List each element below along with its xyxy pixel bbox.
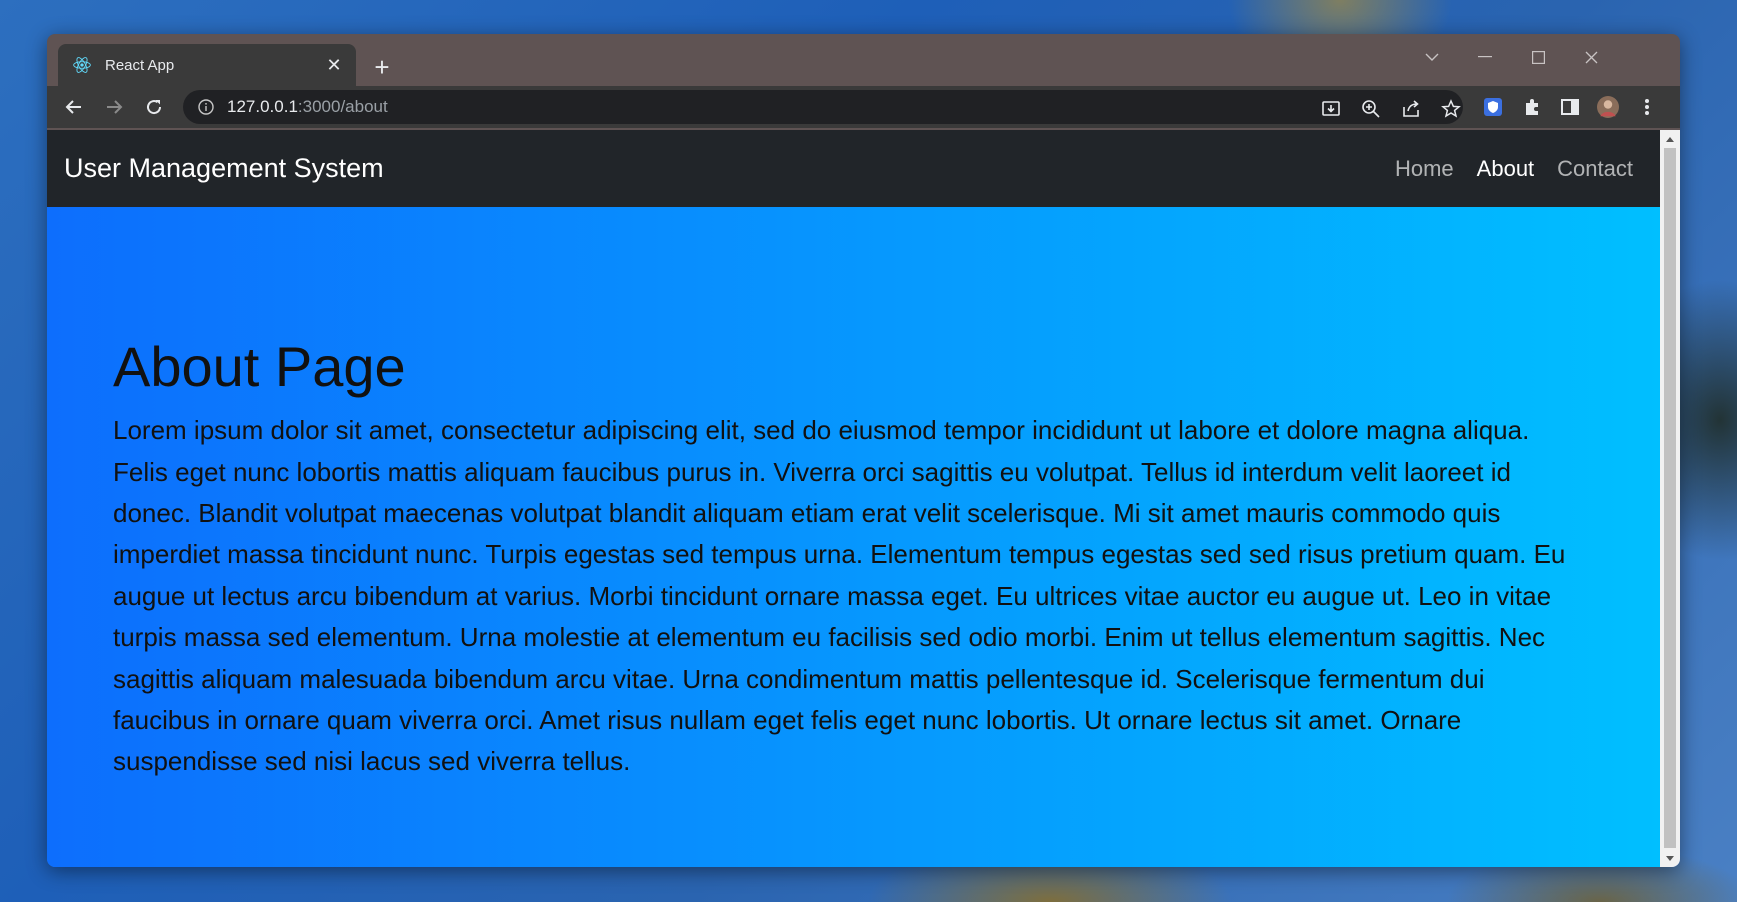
back-button[interactable] (59, 92, 89, 122)
minimize-button[interactable] (1465, 42, 1505, 72)
share-icon[interactable] (1400, 98, 1422, 120)
reload-button[interactable] (139, 92, 169, 122)
scroll-up-arrow-icon[interactable] (1664, 133, 1676, 145)
maximize-button[interactable] (1518, 42, 1558, 72)
browser-window: React App ✕ + 127.0.0.1:3000/about User … (47, 34, 1680, 867)
profile-avatar[interactable] (1597, 96, 1619, 118)
about-section: About Page Lorem ipsum dolor sit amet, c… (47, 207, 1660, 867)
scrollbar-thumb[interactable] (1664, 148, 1676, 848)
scroll-down-arrow-icon[interactable] (1664, 852, 1676, 864)
page-title: About Page (113, 335, 406, 398)
vertical-scrollbar[interactable] (1660, 130, 1680, 867)
url-text: 127.0.0.1:3000/about (227, 97, 388, 116)
zoom-icon[interactable] (1360, 98, 1382, 120)
bookmark-star-icon[interactable] (1440, 98, 1462, 120)
page-viewport: User Management System Home About Contac… (47, 130, 1680, 867)
tab-search-icon[interactable] (1412, 42, 1452, 72)
forward-button[interactable] (99, 92, 129, 122)
shield-extension-icon[interactable] (1482, 96, 1504, 118)
tab-strip: React App ✕ + (47, 34, 1680, 86)
nav-link-contact[interactable]: Contact (1557, 156, 1633, 182)
about-paragraph: Lorem ipsum dolor sit amet, consectetur … (113, 415, 1566, 777)
arrow-right-icon (107, 100, 123, 114)
arrow-left-icon (65, 100, 81, 114)
install-app-icon[interactable] (1320, 98, 1342, 120)
app-navbar: User Management System Home About Contac… (47, 130, 1660, 207)
menu-kebab-icon[interactable] (1636, 96, 1658, 118)
reload-icon (147, 100, 162, 115)
address-bar[interactable]: 127.0.0.1:3000/about (183, 90, 1463, 124)
new-tab-button[interactable]: + (367, 52, 397, 82)
nav-link-about[interactable]: About (1477, 156, 1535, 182)
info-icon[interactable] (197, 98, 215, 116)
browser-tab[interactable]: React App ✕ (58, 44, 356, 86)
brand-link[interactable]: User Management System (64, 153, 384, 184)
extensions-puzzle-icon[interactable] (1521, 96, 1543, 118)
nav-link-home[interactable]: Home (1395, 156, 1454, 182)
content-container: About Page Lorem ipsum dolor sit amet, c… (113, 333, 1583, 783)
nav-links: Home About Contact (1395, 130, 1633, 207)
side-panel-icon[interactable] (1559, 96, 1581, 118)
tab-title: React App (105, 56, 175, 74)
browser-toolbar: 127.0.0.1:3000/about (47, 86, 1680, 128)
close-window-button[interactable] (1571, 42, 1611, 72)
close-tab-icon[interactable]: ✕ (322, 53, 346, 77)
react-logo-icon (73, 57, 91, 73)
